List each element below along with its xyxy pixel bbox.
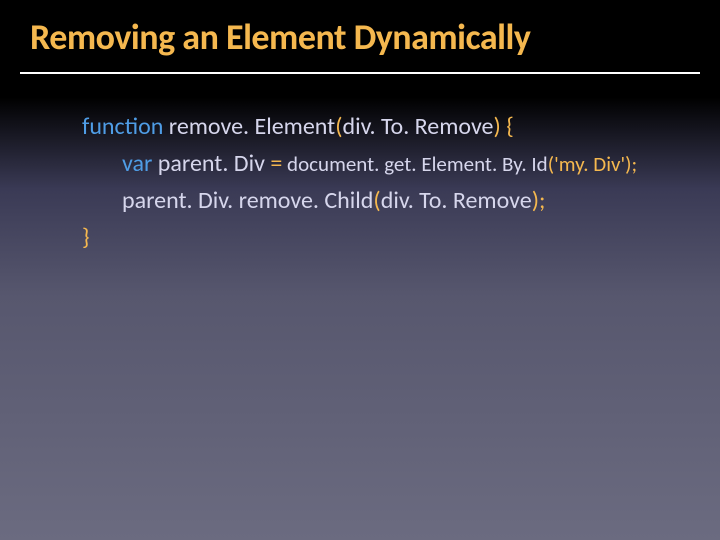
rparen: )	[532, 186, 539, 215]
semicolon: ;	[632, 151, 638, 177]
string-literal: 'my. Div'	[554, 151, 625, 177]
code-line-2: var parent. Div = document. get. Element…	[122, 145, 680, 182]
expr: document. get. Element. By. Id	[282, 151, 547, 177]
equals: =	[270, 149, 282, 178]
keyword-var: var	[122, 149, 152, 178]
brace-close: }	[82, 223, 90, 252]
rparen: )	[494, 112, 501, 141]
param: div. To. Remove	[343, 112, 494, 141]
code-line-4: }	[82, 219, 680, 256]
semicolon: ;	[539, 186, 545, 215]
code-block: function remove. Element(div. To. Remove…	[0, 74, 720, 257]
function-name: remove. Element	[169, 112, 335, 141]
call-expr: parent. Div. remove. Child	[122, 186, 373, 215]
code-line-1: function remove. Element(div. To. Remove…	[82, 108, 680, 145]
brace-open: {	[501, 112, 514, 141]
var-name: parent. Div	[158, 149, 271, 178]
lparen: (	[373, 186, 380, 215]
arg: div. To. Remove	[381, 186, 532, 215]
title-wrap: Removing an Element Dynamically	[0, 0, 720, 70]
code-line-3: parent. Div. remove. Child(div. To. Remo…	[122, 182, 680, 219]
lparen: (	[335, 112, 342, 141]
slide: Removing an Element Dynamically function…	[0, 0, 720, 540]
keyword-function: function	[82, 112, 163, 141]
slide-title: Removing an Element Dynamically	[30, 18, 690, 70]
